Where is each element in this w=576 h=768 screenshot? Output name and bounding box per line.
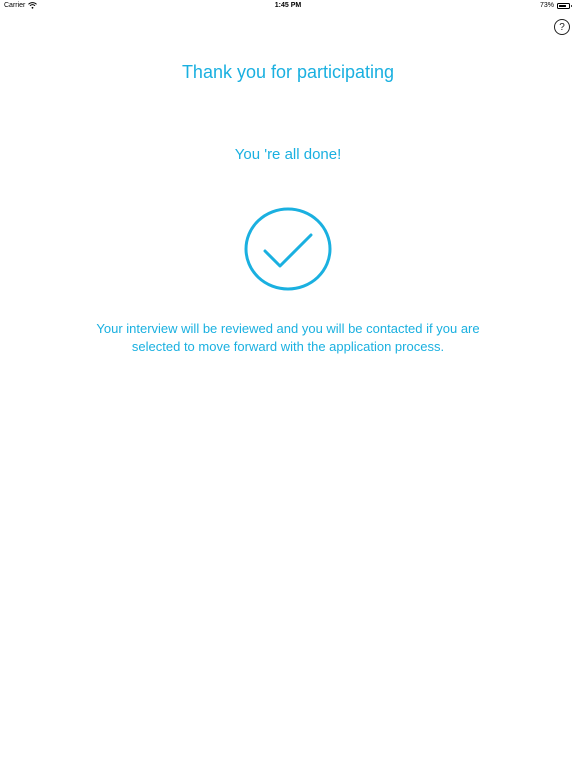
review-message: Your interview will be reviewed and you … [60,320,516,356]
page-title: Thank you for participating [181,62,395,82]
battery-icon [557,2,572,9]
status-right: 73% [539,2,572,9]
review-message-line-2: selected to move forward with the applic… [131,339,445,354]
page-subtitle: You 're all done! [234,146,342,163]
battery-fill [559,4,566,7]
checkmark-circle-icon [244,207,332,291]
help-button[interactable]: ? [554,19,570,35]
battery-cap [570,4,572,7]
review-message-line-1: Your interview will be reviewed and you … [96,321,480,336]
battery-percent: 73% [539,2,554,9]
status-bar: Carrier 1:45 PM 73% [0,0,576,12]
question-circle-icon: ? [559,21,565,33]
status-time: 1:45 PM [274,2,302,9]
completion-screen: Carrier 1:45 PM 73% ? Thank you for part… [0,0,576,768]
